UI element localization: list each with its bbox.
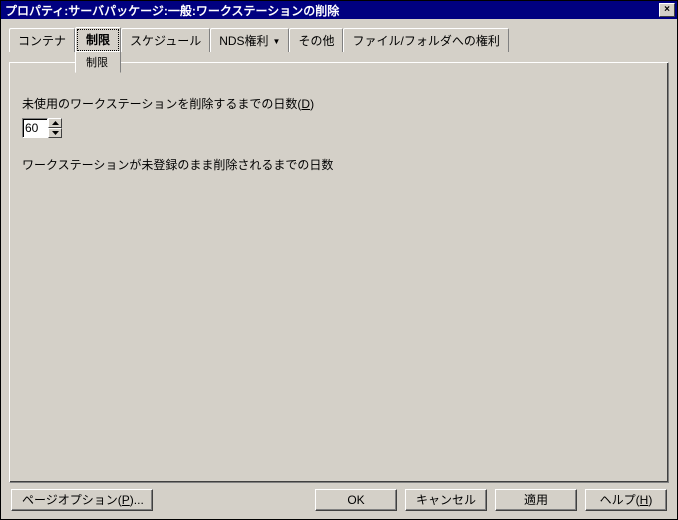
dialog-footer: ページオプション(P)... OK キャンセル 適用 ヘルプ(H)	[9, 483, 669, 513]
page-options-prefix: ページオプション(	[22, 493, 122, 507]
tab-other[interactable]: その他	[289, 28, 343, 52]
content-area: コンテナ 制限 制限 スケジュール NDS権利 ▼ その他 ファイル/フォルダへの…	[1, 19, 677, 519]
ok-button[interactable]: OK	[315, 489, 397, 511]
spinner-down-button[interactable]	[48, 128, 62, 138]
close-icon: ×	[664, 4, 670, 15]
chevron-down-icon: ▼	[273, 37, 281, 46]
titlebar: プロパティ:サーバパッケージ:一般:ワークステーションの削除 ×	[1, 1, 677, 19]
tab-label: スケジュール	[130, 34, 201, 48]
close-button[interactable]: ×	[659, 3, 675, 17]
chevron-down-icon	[52, 131, 59, 135]
help-prefix: ヘルプ(	[600, 493, 640, 507]
window-title: プロパティ:サーバパッケージ:一般:ワークステーションの削除	[3, 2, 659, 19]
tab-schedule[interactable]: スケジュール	[121, 28, 210, 52]
page-options-suffix: )...	[130, 493, 144, 507]
apply-button[interactable]: 適用	[495, 489, 577, 511]
tab-bar: コンテナ 制限 制限 スケジュール NDS権利▼ その他 ファイル/フォルダへの…	[9, 27, 669, 63]
days-label: 未使用のワークステーションを削除するまでの日数(D)	[22, 95, 656, 112]
chevron-up-icon	[52, 121, 59, 125]
days-label-suffix: )	[310, 97, 314, 111]
days-input[interactable]	[22, 118, 48, 138]
tab-label: コンテナ	[18, 34, 66, 48]
tab-label: ファイル/フォルダへの権利	[352, 34, 499, 48]
ok-label: OK	[347, 493, 364, 507]
tab-container[interactable]: コンテナ	[9, 28, 75, 52]
days-label-mnemonic: D	[301, 97, 310, 111]
tab-file-folder-rights[interactable]: ファイル/フォルダへの権利	[343, 28, 508, 52]
tab-label: NDS権利	[219, 34, 268, 48]
tab-limit-top: 制限	[76, 28, 120, 52]
spinner-up-button[interactable]	[48, 118, 62, 128]
apply-label: 適用	[524, 493, 548, 507]
tab-panel: 未使用のワークステーションを削除するまでの日数(D) ワークステーションが未登録…	[9, 62, 669, 483]
days-label-text: 未使用のワークステーションを削除するまでの日数(	[22, 97, 301, 111]
days-spinner	[22, 118, 64, 138]
tab-nds-rights[interactable]: NDS権利 ▼	[210, 28, 289, 52]
page-options-mnemonic: P	[122, 493, 130, 507]
description-text: ワークステーションが未登録のまま削除されるまでの日数	[22, 156, 656, 173]
help-suffix: )	[648, 493, 652, 507]
spinner-buttons	[48, 118, 62, 138]
properties-dialog: プロパティ:サーバパッケージ:一般:ワークステーションの削除 × コンテナ 制限…	[0, 0, 678, 520]
help-button[interactable]: ヘルプ(H)	[585, 489, 667, 511]
tab-label: その他	[298, 34, 334, 48]
tab-limit[interactable]: 制限 制限	[75, 27, 121, 73]
cancel-label: キャンセル	[416, 493, 476, 507]
cancel-button[interactable]: キャンセル	[405, 489, 487, 511]
tab-limit-bottom: 制限	[76, 52, 120, 72]
page-options-button[interactable]: ページオプション(P)...	[11, 489, 153, 511]
